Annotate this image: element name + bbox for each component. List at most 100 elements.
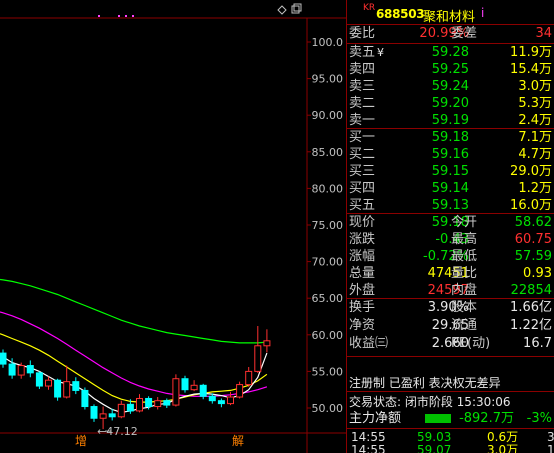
price-axis-label: 65.00 — [312, 292, 344, 305]
candle-body[interactable] — [126, 403, 134, 412]
flow-value: -892.7万 — [459, 411, 514, 426]
candle-body[interactable] — [26, 365, 34, 374]
candle-body[interactable] — [8, 363, 16, 376]
window-restore-icon-back — [293, 3, 302, 12]
price-axis-label: 70.00 — [312, 256, 344, 269]
ask-label: 卖四 — [349, 62, 376, 77]
event-marker-increase[interactable]: 增 — [75, 434, 87, 448]
event-marker — [98, 15, 100, 17]
diamond-icon[interactable] — [277, 5, 287, 15]
stock-name[interactable]: 聚和材料 — [423, 6, 475, 25]
quote-row: 涨幅 -0.72% 最低 57.59 — [347, 248, 554, 266]
fundamental-value: 1.66亿 — [510, 300, 552, 315]
window-restore-icon[interactable] — [291, 5, 300, 14]
price-axis-label: 80.00 — [312, 182, 344, 195]
candle-body[interactable] — [236, 384, 244, 398]
candle-body[interactable] — [63, 381, 71, 398]
tick-price: 59.07 — [417, 443, 452, 453]
divider — [347, 391, 554, 392]
candle-body[interactable] — [217, 400, 225, 405]
bid-volume: 7.1万 — [518, 130, 552, 145]
diff-label: 委差 — [451, 26, 478, 41]
candle-body[interactable] — [254, 345, 262, 372]
candle-body[interactable] — [0, 352, 7, 365]
quote-row: 涨跌 -0.43 最高 60.75 — [347, 231, 554, 249]
candle-body[interactable] — [45, 379, 52, 387]
ask-volume: 11.9万 — [510, 45, 552, 60]
fundamental-row: 收益㈢ 2.660 PE(动) 16.7 — [347, 335, 554, 353]
candle-body[interactable] — [54, 379, 62, 398]
bid-row[interactable]: 买一 59.18 7.1万 — [347, 129, 554, 147]
candle-body[interactable] — [81, 389, 89, 408]
tick-count: 1 — [547, 443, 554, 453]
price-axis-label: 100.0 — [312, 36, 344, 49]
candle-body[interactable] — [245, 370, 253, 386]
bid-row[interactable]: 买二 59.16 4.7万 — [347, 146, 554, 164]
fundamental-row: 换手 3.90% 股本 1.66亿 — [347, 299, 554, 317]
candle-body[interactable] — [90, 406, 98, 419]
price-axis-label: 55.00 — [312, 365, 344, 378]
ask-price: 59.28 — [431, 45, 469, 60]
candle-body[interactable] — [199, 384, 207, 397]
quote-label: 总量 — [349, 266, 376, 281]
quote-label: 涨幅 — [349, 249, 376, 264]
ask-row[interactable]: 卖三 59.24 3.0万 — [347, 78, 554, 96]
candle-body[interactable] — [190, 384, 198, 391]
fundamental-value: 1.22亿 — [510, 318, 552, 333]
candle-body[interactable] — [263, 340, 271, 347]
trade-status: 交易状态: 闭市阶段 15:30:06 — [349, 395, 511, 409]
ask-volume: 5.3万 — [518, 96, 552, 111]
bid-label: 买四 — [349, 181, 376, 196]
ask-price: 59.20 — [431, 96, 469, 111]
bid-label: 买一 — [349, 130, 376, 145]
main-flow-row[interactable]: 主力净额 -892.7万 -3% — [347, 410, 554, 428]
bid-label: 买三 — [349, 164, 376, 179]
candle-body[interactable] — [172, 378, 180, 406]
candle-body[interactable] — [17, 365, 25, 376]
ask-price: 59.25 — [431, 62, 469, 77]
fundamental-row: 净资 29.65 流通 1.22亿 — [347, 317, 554, 335]
price-axis-label: 60.00 — [312, 329, 344, 342]
flow-bar — [425, 414, 451, 423]
ask-label: 卖二 — [349, 96, 376, 111]
bid-price: 59.15 — [431, 164, 469, 179]
kline-chart[interactable]: 100.0 95.00 90.00 85.00 80.00 75.00 70.00 65.00… — [0, 0, 346, 453]
candle-body[interactable] — [163, 400, 171, 406]
event-marker-unlock[interactable]: 解 — [232, 434, 244, 448]
candle-body[interactable] — [35, 372, 43, 387]
ask-row[interactable]: 卖五 ¥59.28 11.9万 — [347, 44, 554, 62]
diff-value: 34 — [535, 26, 552, 41]
ask-row[interactable]: 卖二 59.20 5.3万 — [347, 95, 554, 113]
bid-row[interactable]: 买四 59.14 1.2万 — [347, 180, 554, 198]
quote-panel: KR 688503 聚和材料 i 委比 20.99% 委差 34 卖五 ¥59.2… — [347, 0, 554, 453]
candle-body[interactable] — [108, 413, 116, 418]
listing-notes-line — [347, 359, 554, 377]
tick-row[interactable]: 14:55 59.07 3.0万 1 — [347, 442, 554, 453]
candle-body[interactable] — [145, 397, 153, 408]
kline-chart-canvas[interactable]: 100.0 95.00 90.00 85.00 80.00 75.00 70.00 65.00… — [0, 0, 346, 453]
bid-row[interactable]: 买三 59.15 29.0万 — [347, 163, 554, 181]
quote-value: 58.62 — [514, 215, 552, 230]
tick-time: 14:55 — [351, 443, 386, 453]
candle-body[interactable] — [136, 397, 143, 412]
candle-body[interactable] — [208, 395, 216, 402]
stock-code[interactable]: 688503 — [376, 7, 425, 21]
candle-body[interactable] — [117, 403, 125, 418]
price-axis-label: 90.00 — [312, 109, 344, 122]
tick-volume: 3.0万 — [487, 443, 519, 453]
ask-row[interactable]: 卖四 59.25 15.4万 — [347, 61, 554, 79]
candle-body[interactable] — [181, 378, 189, 391]
candle-body[interactable] — [154, 400, 162, 408]
quote-label: 最高 — [451, 232, 478, 247]
flow-label: 主力净额 — [349, 411, 402, 426]
candle-body[interactable] — [99, 413, 107, 419]
info-icon[interactable]: i — [481, 6, 484, 20]
candle-body[interactable] — [227, 396, 234, 405]
currency-icon: ¥ — [377, 46, 384, 59]
fundamental-label: 股本 — [451, 300, 478, 315]
quote-value: 57.59 — [514, 249, 552, 264]
candle-body[interactable] — [72, 381, 80, 391]
fundamental-label: 净资 — [349, 318, 376, 333]
event-marker — [132, 15, 134, 17]
bid-volume: 4.7万 — [518, 147, 552, 162]
